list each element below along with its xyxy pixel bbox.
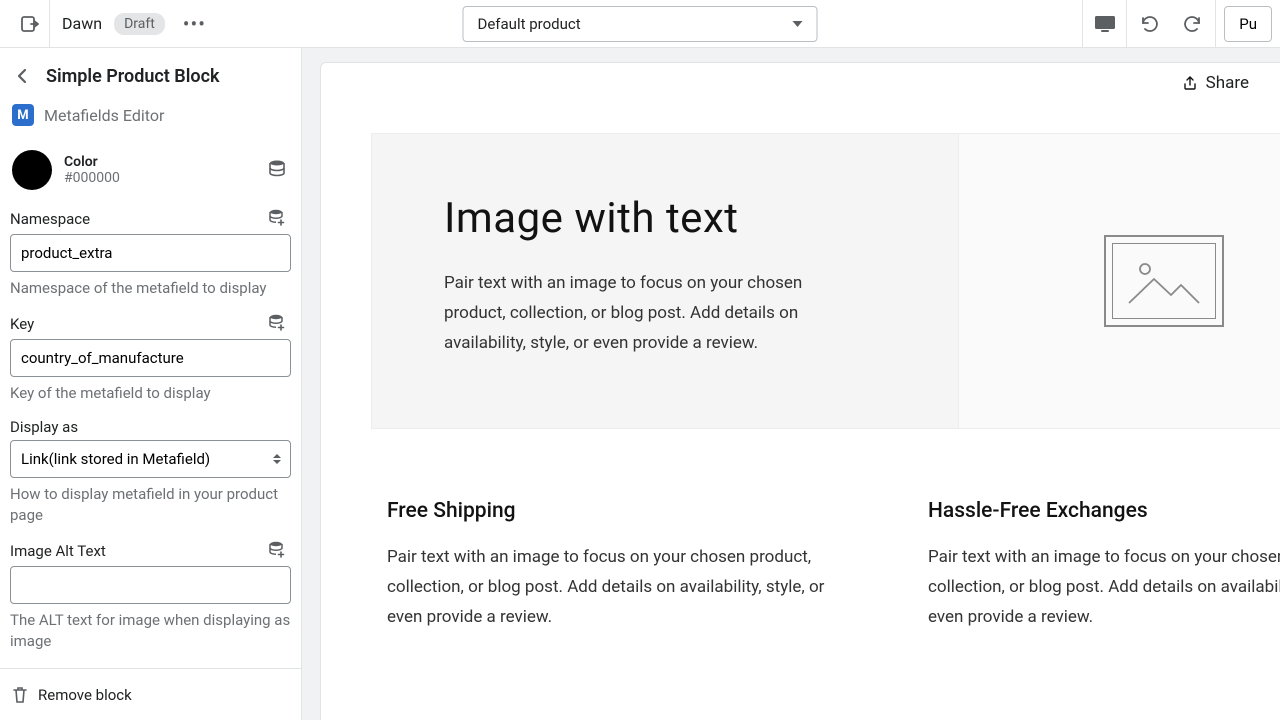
namespace-label: Namespace — [10, 210, 90, 228]
more-actions-button[interactable]: ••• — [177, 12, 212, 36]
color-swatch — [12, 150, 52, 190]
undo-redo-group — [1126, 0, 1216, 47]
column-body: Pair text with an image to focus on your… — [387, 543, 828, 632]
share-label: Share — [1206, 73, 1249, 93]
display-as-label: Display as — [10, 418, 78, 436]
exit-icon — [19, 14, 39, 34]
theme-name: Dawn — [62, 14, 102, 33]
topbar-right: Pu — [1082, 0, 1280, 47]
viewport-toggle-button[interactable] — [1082, 0, 1126, 48]
color-setting[interactable]: Color #000000 — [10, 142, 291, 208]
alt-text-input[interactable] — [10, 566, 291, 604]
template-select[interactable]: Default product — [463, 6, 818, 42]
image-with-text-heading: Image with text — [444, 194, 918, 243]
preview-area: Share Image with text Pair text with an … — [302, 48, 1280, 720]
exit-editor-button[interactable] — [8, 0, 50, 48]
key-input[interactable] — [10, 339, 291, 377]
undo-button[interactable] — [1127, 0, 1171, 48]
database-icon — [267, 159, 287, 179]
desktop-icon — [1094, 15, 1116, 33]
column-heading: Hassle-Free Exchanges — [928, 499, 1280, 523]
database-plus-icon — [267, 313, 287, 333]
namespace-input[interactable] — [10, 234, 291, 272]
alt-text-help: The ALT text for image when displaying a… — [10, 610, 291, 652]
alt-text-label: Image Alt Text — [10, 542, 106, 560]
namespace-field: Namespace Namespace of the metafield to … — [10, 208, 291, 299]
chevron-left-icon — [16, 67, 28, 85]
sidebar: Simple Product Block M Metafields Editor… — [0, 48, 302, 720]
column-heading: Free Shipping — [387, 499, 828, 523]
dynamic-source-button[interactable] — [267, 313, 289, 335]
display-as-field: Display as Link(link stored in Metafield… — [10, 418, 291, 526]
back-button[interactable] — [8, 62, 36, 90]
display-as-help: How to display metafield in your product… — [10, 484, 291, 526]
color-meta: Color #000000 — [64, 154, 255, 186]
database-plus-icon — [267, 208, 287, 228]
draft-badge: Draft — [114, 13, 165, 35]
trash-icon — [12, 686, 28, 704]
preview-canvas: Share Image with text Pair text with an … — [320, 62, 1280, 720]
image-with-text-section: Image with text Pair text with an image … — [371, 133, 1280, 429]
block-title: Simple Product Block — [46, 66, 219, 87]
column-2: Hassle-Free Exchanges Pair text with an … — [928, 499, 1280, 632]
database-plus-icon — [267, 540, 287, 560]
dynamic-source-button[interactable] — [267, 159, 289, 181]
main: Simple Product Block M Metafields Editor… — [0, 48, 1280, 720]
multicolumn-section: Free Shipping Pair text with an image to… — [387, 499, 1280, 632]
alt-text-field: Image Alt Text The ALT text for image wh… — [10, 540, 291, 652]
topbar: Dawn Draft ••• Default product Pu — [0, 0, 1280, 48]
key-field: Key Key of the metafield to display — [10, 313, 291, 404]
column-1: Free Shipping Pair text with an image to… — [387, 499, 828, 632]
topbar-center: Default product — [463, 6, 818, 42]
redo-icon — [1183, 14, 1203, 34]
redo-button[interactable] — [1171, 0, 1215, 48]
sidebar-app-row: M Metafields Editor — [0, 98, 301, 142]
remove-block-label: Remove block — [38, 686, 132, 704]
remove-block-button[interactable]: Remove block — [0, 668, 301, 720]
publish-button[interactable]: Pu — [1224, 6, 1272, 42]
chevron-down-icon — [793, 21, 803, 27]
image-with-text-media — [958, 134, 1280, 428]
sidebar-header: Simple Product Block — [0, 48, 301, 98]
color-label: Color — [64, 154, 255, 170]
share-icon — [1182, 75, 1198, 91]
app-badge: M — [12, 104, 34, 126]
dynamic-source-button[interactable] — [267, 208, 289, 230]
key-label: Key — [10, 315, 34, 333]
image-placeholder-icon — [1104, 235, 1224, 327]
sidebar-scroll: Color #000000 Namespace Namespace of the… — [0, 142, 301, 720]
key-help: Key of the metafield to display — [10, 383, 291, 404]
display-as-select[interactable]: Link(link stored in Metafield) — [10, 440, 291, 478]
namespace-help: Namespace of the metafield to display — [10, 278, 291, 299]
dynamic-source-button[interactable] — [267, 540, 289, 562]
undo-icon — [1139, 14, 1159, 34]
app-name: Metafields Editor — [44, 106, 164, 125]
image-with-text-content: Image with text Pair text with an image … — [372, 134, 958, 428]
color-value: #000000 — [64, 170, 255, 186]
column-body: Pair text with an image to focus on your… — [928, 543, 1280, 632]
share-button[interactable]: Share — [1182, 73, 1249, 93]
topbar-left: Dawn Draft ••• — [0, 0, 212, 48]
template-select-label: Default product — [478, 15, 581, 33]
image-with-text-body: Pair text with an image to focus on your… — [444, 269, 804, 358]
